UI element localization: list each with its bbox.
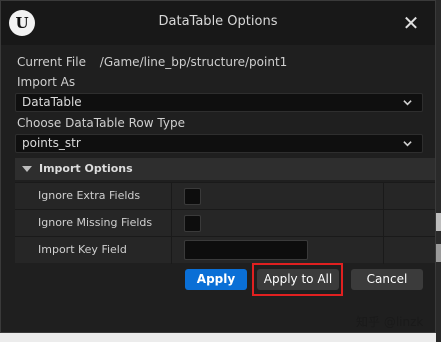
import-as-dropdown[interactable]: DataTable [15,93,423,112]
cancel-button[interactable]: Cancel [351,269,423,290]
background-mark [436,244,441,262]
background-window-strip [436,0,441,342]
import-as-value: DataTable [22,95,82,109]
column-divider [171,183,172,210]
ignore-extra-fields-checkbox[interactable] [184,188,201,205]
import-options-header[interactable]: Import Options [15,158,435,180]
chevron-down-icon [403,100,412,106]
current-file-label: Current File [17,55,86,69]
apply-to-all-button[interactable]: Apply to All [257,269,339,290]
ignore-missing-fields-label: Ignore Missing Fields [38,216,153,229]
import-options-section: Import Options Ignore Extra Fields Ignor… [15,158,435,266]
apply-button[interactable]: Apply [185,269,247,290]
row-type-value: points_str [22,136,81,150]
datatable-options-dialog: U DataTable Options ✕ Current File /Game… [0,0,436,333]
background-mark [436,213,441,231]
watermark: 知乎 @linzk [356,315,424,329]
column-divider [383,210,384,237]
close-button[interactable]: ✕ [397,9,425,37]
import-key-field-input[interactable] [184,240,308,260]
import-key-field-label: Import Key Field [38,243,127,256]
ignore-extra-fields-label: Ignore Extra Fields [38,189,141,202]
window-title: DataTable Options [158,14,278,29]
ignore-missing-fields-checkbox[interactable] [184,215,201,232]
column-divider [171,237,172,264]
property-row-ignore-extra-fields: Ignore Extra Fields [15,182,435,210]
import-options-title: Import Options [39,162,133,175]
title-bar[interactable]: U DataTable Options ✕ [1,1,435,45]
import-as-label: Import As [17,75,76,89]
current-file-row: Current File /Game/line_bp/structure/poi… [17,55,287,69]
column-divider [171,210,172,237]
property-row-import-key-field: Import Key Field [15,236,435,264]
property-row-ignore-missing-fields: Ignore Missing Fields [15,209,435,237]
current-file-path: /Game/line_bp/structure/point1 [99,55,288,69]
collapse-triangle-icon [22,166,32,172]
column-divider [383,183,384,210]
close-icon: ✕ [402,11,420,35]
chevron-down-icon [403,141,412,147]
row-type-label: Choose DataTable Row Type [17,116,185,130]
column-divider [383,237,384,264]
row-type-dropdown[interactable]: points_str [15,134,423,153]
